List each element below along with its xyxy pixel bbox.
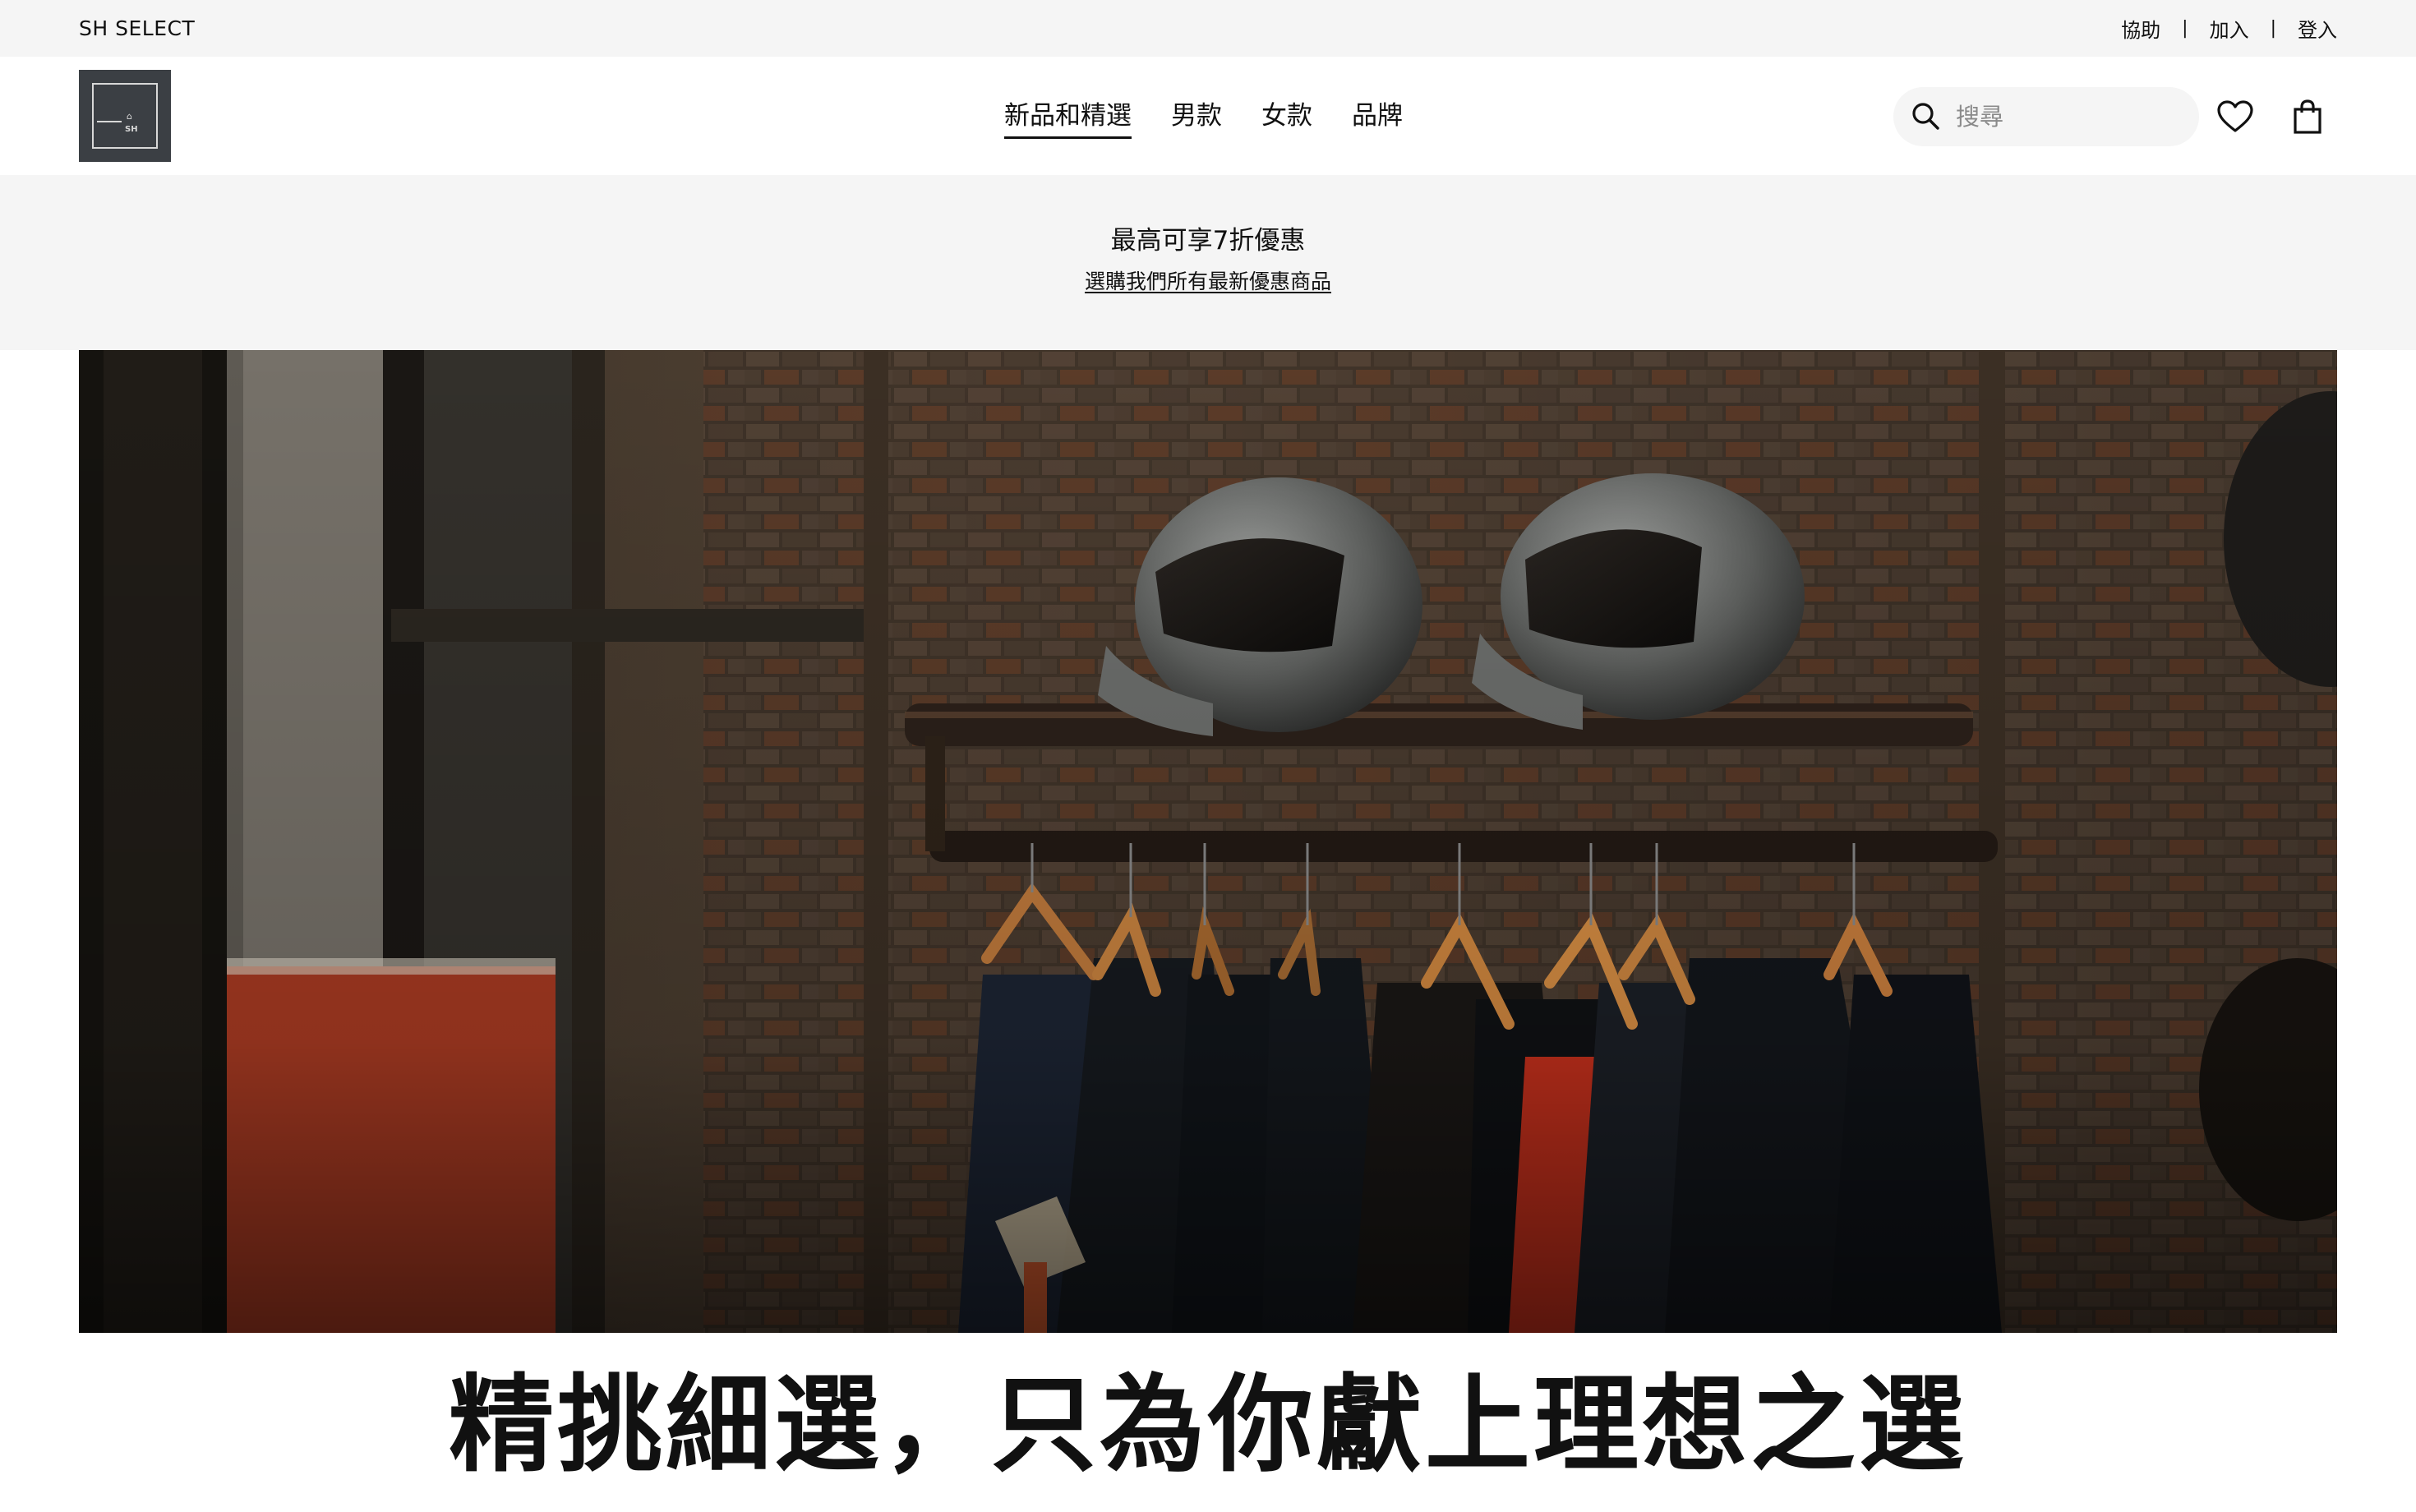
hero-image[interactable] (79, 350, 2337, 1333)
sign-in-link[interactable]: 登入 (2298, 14, 2337, 43)
utility-bar: SH SELECT 協助 | 加入 | 登入 (0, 0, 2416, 57)
separator: | (2182, 18, 2188, 39)
shopping-bag-icon (2294, 99, 2321, 134)
separator: | (2270, 18, 2276, 39)
join-link[interactable]: 加入 (2210, 14, 2249, 43)
nav-item-brands[interactable]: 品牌 (1352, 99, 1403, 132)
site-logo[interactable]: ⌂ SH (79, 70, 171, 162)
promo-link-label[interactable]: 選購我們所有最新優惠商品 (1085, 270, 1331, 293)
nav-item-men[interactable]: 男款 (1171, 99, 1222, 132)
logo-line (97, 121, 122, 122)
logo-frame (92, 83, 158, 149)
hero-headline: 精挑細選，只為你獻上理想之選 (448, 1364, 1967, 1487)
heart-icon (2217, 100, 2253, 132)
promo-title: 最高可享7折優惠 (1110, 226, 1306, 256)
site-header: ⌂ SH 新品和精選 男款 女款 品牌 (0, 57, 2416, 175)
search-input[interactable] (1956, 103, 2178, 131)
promo-banner: 最高可享7折優惠 選購我們所有最新優惠商品 (0, 175, 2416, 350)
favorites-button[interactable] (2216, 98, 2254, 136)
search-box[interactable] (1893, 87, 2199, 146)
promo-link[interactable]: 選購我們所有最新優惠商品 (0, 269, 2416, 295)
nav-item-women[interactable]: 女款 (1261, 99, 1312, 132)
utility-links: 協助 | 加入 | 登入 (2121, 0, 2337, 57)
hero-photo (79, 350, 2337, 1333)
main-nav: 新品和精選 男款 女款 品牌 (1004, 57, 1403, 175)
help-link[interactable]: 協助 (2121, 14, 2160, 43)
utility-brand: SH SELECT (79, 16, 196, 40)
shopping-bag-button[interactable] (2289, 98, 2326, 136)
logo-text: SH (125, 125, 138, 134)
nav-item-new-featured[interactable]: 新品和精選 (1004, 99, 1132, 139)
search-icon[interactable] (1897, 87, 1956, 146)
logo-house-icon: ⌂ (127, 111, 132, 122)
